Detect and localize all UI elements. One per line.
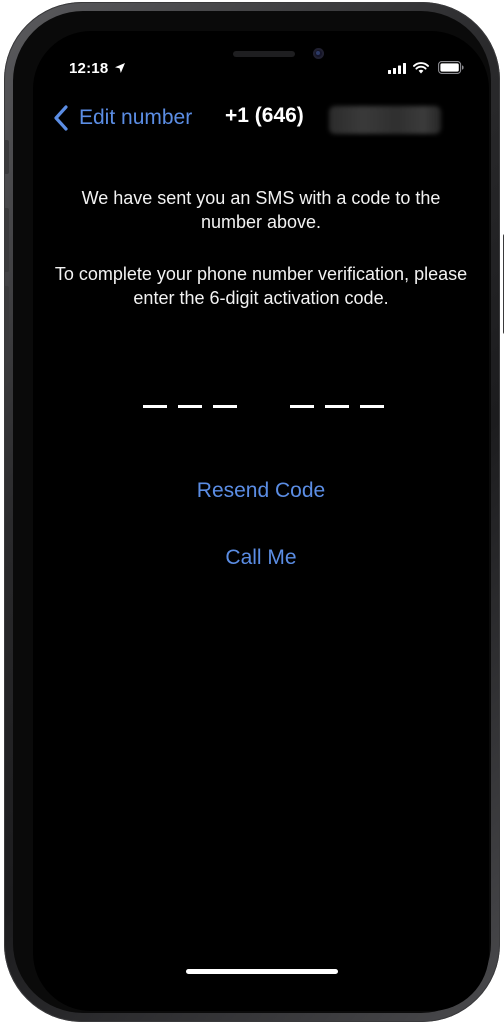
sms-sent-message: We have sent you an SMS with a code to t… — [81, 188, 441, 232]
phone-frame: 12:18 Edit number +1 (646) We have sent … — [4, 2, 504, 1022]
edit-number-button[interactable]: Edit number — [53, 103, 192, 133]
front-camera — [313, 48, 324, 59]
home-indicator[interactable] — [186, 969, 338, 974]
wifi-icon — [413, 62, 429, 74]
code-digit-slot[interactable] — [360, 405, 384, 408]
chevron-left-icon — [54, 105, 68, 131]
code-digit-slot[interactable] — [213, 405, 237, 408]
earpiece-speaker — [233, 51, 295, 57]
call-me-button[interactable]: Call Me — [33, 546, 489, 570]
location-arrow-icon — [115, 63, 125, 73]
phone-number-title: +1 (646) — [225, 104, 304, 127]
status-time: 12:18 — [69, 60, 109, 77]
code-digit-slot[interactable] — [143, 405, 167, 408]
redacted-number-blur — [329, 106, 441, 134]
resend-code-button[interactable]: Resend Code — [33, 479, 489, 503]
code-digit-slot[interactable] — [178, 405, 202, 408]
code-digit-slot[interactable] — [290, 405, 314, 408]
cellular-signal-icon — [388, 63, 406, 74]
phone-bezel: 12:18 Edit number +1 (646) We have sent … — [13, 11, 491, 1013]
volume-up-button — [4, 208, 9, 272]
activation-code-input[interactable] — [33, 405, 489, 411]
edit-number-label: Edit number — [79, 106, 193, 129]
silent-switch — [4, 140, 9, 174]
verification-instructions: To complete your phone number verificati… — [54, 264, 468, 308]
volume-down-button — [4, 286, 9, 350]
code-digit-slot[interactable] — [325, 405, 349, 408]
battery-icon — [438, 61, 464, 74]
phone-screen: 12:18 Edit number +1 (646) We have sent … — [33, 31, 489, 1011]
